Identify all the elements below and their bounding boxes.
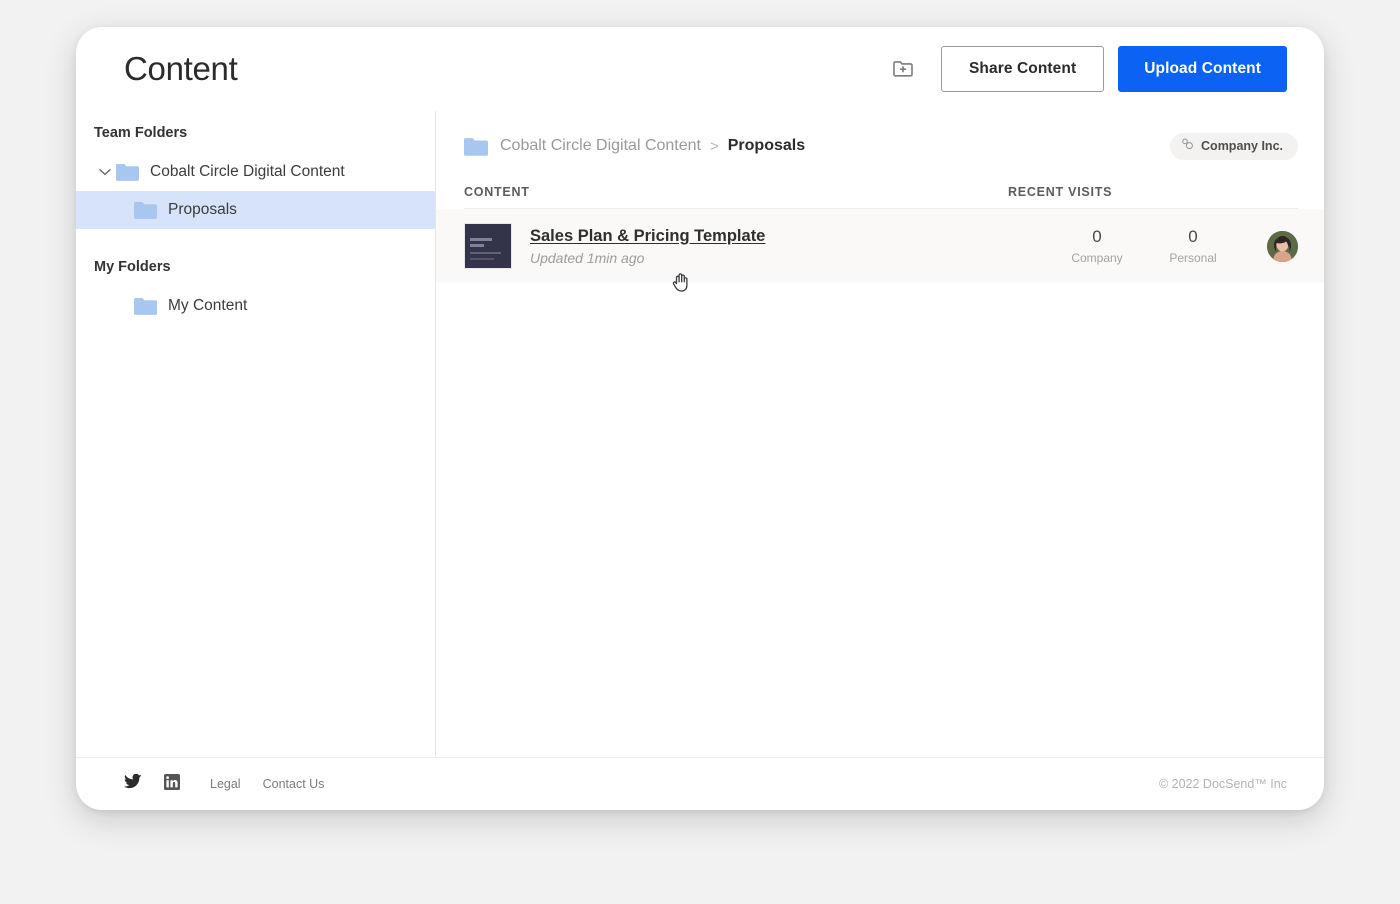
sidebar-item-proposals[interactable]: Proposals bbox=[76, 191, 435, 229]
document-title-link[interactable]: Sales Plan & Pricing Template bbox=[530, 227, 765, 246]
content-list: Sales Plan & Pricing Template Updated 1m… bbox=[436, 209, 1324, 757]
twitter-icon[interactable] bbox=[124, 773, 142, 794]
body-area: Team Folders Cobalt Circle Digital Conte… bbox=[76, 111, 1324, 757]
breadcrumb: Cobalt Circle Digital Content > Proposal… bbox=[436, 111, 1324, 167]
stat-caption: Company bbox=[1071, 251, 1123, 265]
column-header-content: CONTENT bbox=[464, 185, 530, 199]
organization-icon bbox=[1181, 137, 1194, 155]
new-folder-button[interactable] bbox=[881, 47, 925, 91]
folder-icon bbox=[116, 163, 139, 181]
folder-icon bbox=[134, 297, 157, 315]
main-panel: Cobalt Circle Digital Content > Proposal… bbox=[436, 111, 1324, 757]
sidebar-item-my-content[interactable]: My Content bbox=[76, 287, 435, 325]
breadcrumb-parent[interactable]: Cobalt Circle Digital Content bbox=[500, 137, 701, 155]
sidebar-heading-my-folders: My Folders bbox=[94, 259, 171, 275]
stat-caption: Personal bbox=[1169, 251, 1217, 265]
social-links bbox=[124, 773, 180, 795]
sidebar-item-label: Proposals bbox=[168, 201, 237, 218]
stat-value: 0 bbox=[1188, 227, 1198, 246]
linkedin-icon[interactable] bbox=[164, 773, 180, 795]
sidebar-heading-team: Team Folders bbox=[94, 125, 188, 141]
new-folder-icon bbox=[892, 58, 914, 81]
sidebar: Team Folders Cobalt Circle Digital Conte… bbox=[76, 111, 436, 757]
footer-link-contact-us[interactable]: Contact Us bbox=[263, 777, 325, 791]
page-title: Content bbox=[124, 50, 238, 87]
app-header: Content Share Content Upload Content bbox=[76, 27, 1324, 111]
upload-content-button[interactable]: Upload Content bbox=[1118, 46, 1287, 92]
stat-company-visits: 0 Company bbox=[1049, 227, 1145, 265]
chevron-down-icon[interactable] bbox=[94, 168, 116, 176]
avatar[interactable] bbox=[1267, 230, 1298, 262]
stat-personal-visits: 0 Personal bbox=[1145, 227, 1241, 265]
document-info: Sales Plan & Pricing Template Updated 1m… bbox=[530, 227, 765, 266]
organization-badge[interactable]: Company Inc. bbox=[1170, 132, 1298, 160]
breadcrumb-current: Proposals bbox=[727, 137, 806, 154]
header-actions: Share Content Upload Content bbox=[881, 46, 1287, 92]
column-header-recent-visits: RECENT VISITS bbox=[1008, 185, 1113, 199]
folder-icon bbox=[464, 137, 488, 156]
app-card: Content Share Content Upload Content Tea… bbox=[76, 27, 1324, 810]
sidebar-item-label: Cobalt Circle Digital Content bbox=[150, 163, 345, 180]
footer-link-legal[interactable]: Legal bbox=[210, 777, 241, 791]
breadcrumb-separator: > bbox=[709, 137, 719, 155]
screenshot-root: Content Share Content Upload Content Tea… bbox=[0, 0, 1400, 904]
copyright-text: © 2022 DocSend™ Inc bbox=[1158, 777, 1287, 791]
organization-label: Company Inc. bbox=[1201, 139, 1283, 153]
table-header-row: CONTENT RECENT VISITS bbox=[464, 185, 1298, 209]
sidebar-item-label: My Content bbox=[168, 297, 248, 314]
stat-value: 0 bbox=[1092, 227, 1102, 246]
folder-icon bbox=[134, 201, 157, 219]
app-footer: Legal Contact Us © 2022 DocSend™ Inc bbox=[76, 757, 1324, 810]
document-updated-text: Updated 1min ago bbox=[530, 249, 645, 266]
table-row[interactable]: Sales Plan & Pricing Template Updated 1m… bbox=[436, 209, 1324, 283]
sidebar-item-cobalt-circle-digital-content[interactable]: Cobalt Circle Digital Content bbox=[76, 153, 435, 191]
share-content-button[interactable]: Share Content bbox=[940, 46, 1105, 92]
document-thumbnail bbox=[464, 223, 512, 269]
